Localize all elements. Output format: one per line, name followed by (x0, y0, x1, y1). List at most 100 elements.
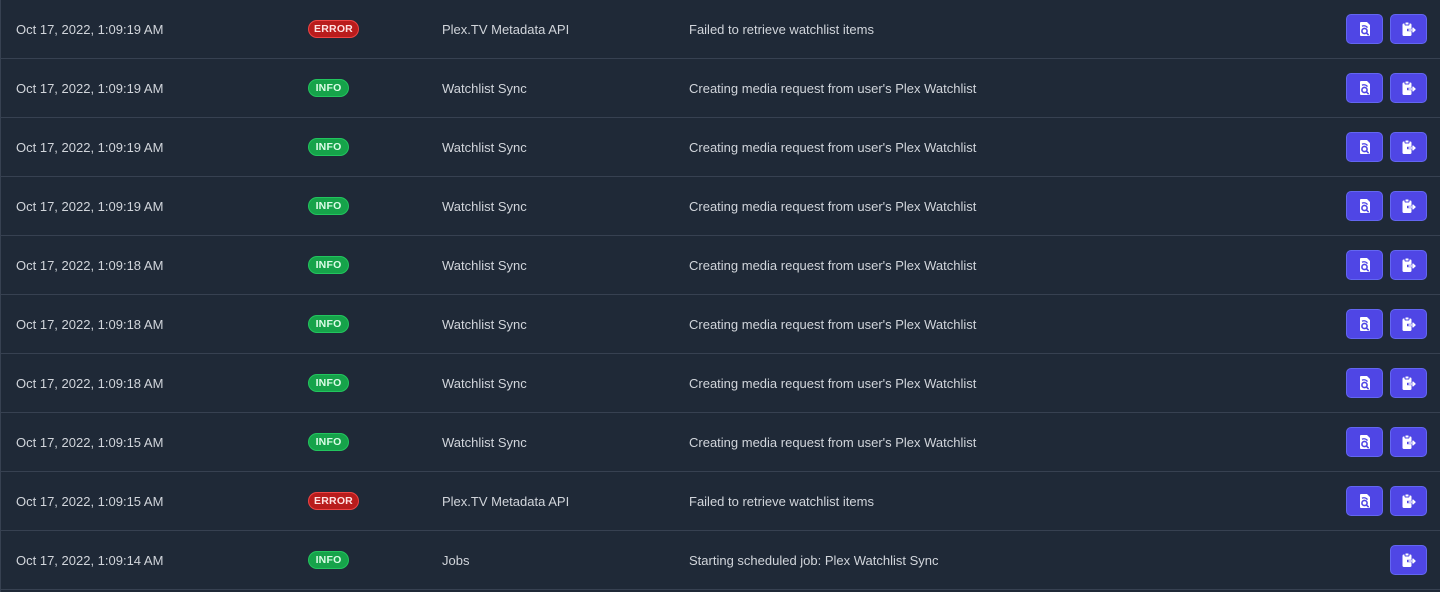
log-level-cell: INFO (308, 236, 349, 294)
log-message: Creating media request from user's Plex … (689, 80, 977, 96)
document-search-icon (1358, 493, 1372, 509)
log-timestamp: Oct 17, 2022, 1:09:19 AM (16, 80, 164, 96)
view-details-button[interactable] (1346, 191, 1383, 221)
log-level-cell: INFO (308, 295, 349, 353)
copy-to-clipboard-button[interactable] (1390, 73, 1427, 103)
log-timestamp: Oct 17, 2022, 1:09:18 AM (16, 375, 164, 391)
log-actions (1346, 295, 1427, 353)
table-row: Oct 17, 2022, 1:09:15 AM INFO Watchlist … (1, 413, 1440, 472)
copy-to-clipboard-button[interactable] (1390, 14, 1427, 44)
log-label: Watchlist Sync (442, 434, 527, 450)
log-level-badge: ERROR (308, 492, 359, 510)
clipboard-copy-icon (1401, 257, 1416, 273)
view-details-button[interactable] (1346, 427, 1383, 457)
log-message: Creating media request from user's Plex … (689, 257, 977, 273)
log-actions (1346, 59, 1427, 117)
log-level-badge: ERROR (308, 20, 359, 38)
document-search-icon (1358, 21, 1372, 37)
view-details-button[interactable] (1346, 309, 1383, 339)
log-timestamp: Oct 17, 2022, 1:09:19 AM (16, 21, 164, 37)
table-row: Oct 17, 2022, 1:09:19 AM INFO Watchlist … (1, 59, 1440, 118)
log-actions (1390, 531, 1427, 589)
log-label: Jobs (442, 552, 470, 568)
clipboard-copy-icon (1401, 139, 1416, 155)
log-level-cell: INFO (308, 413, 349, 471)
view-details-button[interactable] (1346, 132, 1383, 162)
clipboard-copy-icon (1401, 316, 1416, 332)
log-timestamp: Oct 17, 2022, 1:09:19 AM (16, 198, 164, 214)
log-level-badge: INFO (308, 374, 349, 392)
log-label: Watchlist Sync (442, 198, 527, 214)
log-label: Watchlist Sync (442, 375, 527, 391)
log-message: Creating media request from user's Plex … (689, 434, 977, 450)
copy-to-clipboard-button[interactable] (1390, 545, 1427, 575)
copy-to-clipboard-button[interactable] (1390, 250, 1427, 280)
copy-to-clipboard-button[interactable] (1390, 486, 1427, 516)
copy-to-clipboard-button[interactable] (1390, 191, 1427, 221)
log-actions (1346, 413, 1427, 471)
document-search-icon (1358, 257, 1372, 273)
log-timestamp: Oct 17, 2022, 1:09:14 AM (16, 552, 164, 568)
clipboard-copy-icon (1401, 552, 1416, 568)
log-timestamp: Oct 17, 2022, 1:09:18 AM (16, 257, 164, 273)
log-message: Creating media request from user's Plex … (689, 139, 977, 155)
clipboard-copy-icon (1401, 434, 1416, 450)
document-search-icon (1358, 316, 1372, 332)
log-message: Creating media request from user's Plex … (689, 375, 977, 391)
log-label: Watchlist Sync (442, 257, 527, 273)
log-label: Watchlist Sync (442, 80, 527, 96)
log-level-cell: INFO (308, 177, 349, 235)
table-row: Oct 17, 2022, 1:09:18 AM INFO Watchlist … (1, 236, 1440, 295)
log-level-badge: INFO (308, 315, 349, 333)
log-message: Starting scheduled job: Plex Watchlist S… (689, 552, 939, 568)
log-level-badge: INFO (308, 551, 349, 569)
view-details-button[interactable] (1346, 486, 1383, 516)
clipboard-copy-icon (1401, 198, 1416, 214)
log-label: Watchlist Sync (442, 316, 527, 332)
log-timestamp: Oct 17, 2022, 1:09:15 AM (16, 493, 164, 509)
document-search-icon (1358, 198, 1372, 214)
table-row: Oct 17, 2022, 1:09:19 AM ERROR Plex.TV M… (1, 0, 1440, 59)
log-level-cell: INFO (308, 59, 349, 117)
view-details-button[interactable] (1346, 14, 1383, 44)
view-details-button[interactable] (1346, 73, 1383, 103)
log-actions (1346, 354, 1427, 412)
table-row: Oct 17, 2022, 1:09:18 AM INFO Watchlist … (1, 295, 1440, 354)
log-timestamp: Oct 17, 2022, 1:09:15 AM (16, 434, 164, 450)
log-level-cell: INFO (308, 531, 349, 589)
clipboard-copy-icon (1401, 80, 1416, 96)
clipboard-copy-icon (1401, 21, 1416, 37)
document-search-icon (1358, 80, 1372, 96)
log-actions (1346, 118, 1427, 176)
log-message: Creating media request from user's Plex … (689, 316, 977, 332)
log-level-badge: INFO (308, 79, 349, 97)
log-actions (1346, 0, 1427, 58)
document-search-icon (1358, 375, 1372, 391)
copy-to-clipboard-button[interactable] (1390, 368, 1427, 398)
table-row: Oct 17, 2022, 1:09:15 AM ERROR Plex.TV M… (1, 472, 1440, 531)
copy-to-clipboard-button[interactable] (1390, 309, 1427, 339)
clipboard-copy-icon (1401, 375, 1416, 391)
log-label: Plex.TV Metadata API (442, 21, 570, 37)
table-row: Oct 17, 2022, 1:09:14 AM INFO Jobs Start… (1, 531, 1440, 590)
view-details-button[interactable] (1346, 368, 1383, 398)
copy-to-clipboard-button[interactable] (1390, 427, 1427, 457)
document-search-icon (1358, 434, 1372, 450)
log-level-badge: INFO (308, 433, 349, 451)
log-message: Failed to retrieve watchlist items (689, 21, 874, 37)
log-message: Failed to retrieve watchlist items (689, 493, 874, 509)
table-row: Oct 17, 2022, 1:09:19 AM INFO Watchlist … (1, 118, 1440, 177)
log-level-cell: ERROR (308, 0, 359, 58)
log-level-cell: INFO (308, 118, 349, 176)
log-level-cell: ERROR (308, 472, 359, 530)
clipboard-copy-icon (1401, 493, 1416, 509)
view-details-button[interactable] (1346, 250, 1383, 280)
log-level-cell: INFO (308, 354, 349, 412)
table-row: Oct 17, 2022, 1:09:18 AM INFO Watchlist … (1, 354, 1440, 413)
log-timestamp: Oct 17, 2022, 1:09:18 AM (16, 316, 164, 332)
log-label: Watchlist Sync (442, 139, 527, 155)
log-table: Oct 17, 2022, 1:09:19 AM ERROR Plex.TV M… (0, 0, 1440, 592)
copy-to-clipboard-button[interactable] (1390, 132, 1427, 162)
log-actions (1346, 236, 1427, 294)
log-label: Plex.TV Metadata API (442, 493, 570, 509)
